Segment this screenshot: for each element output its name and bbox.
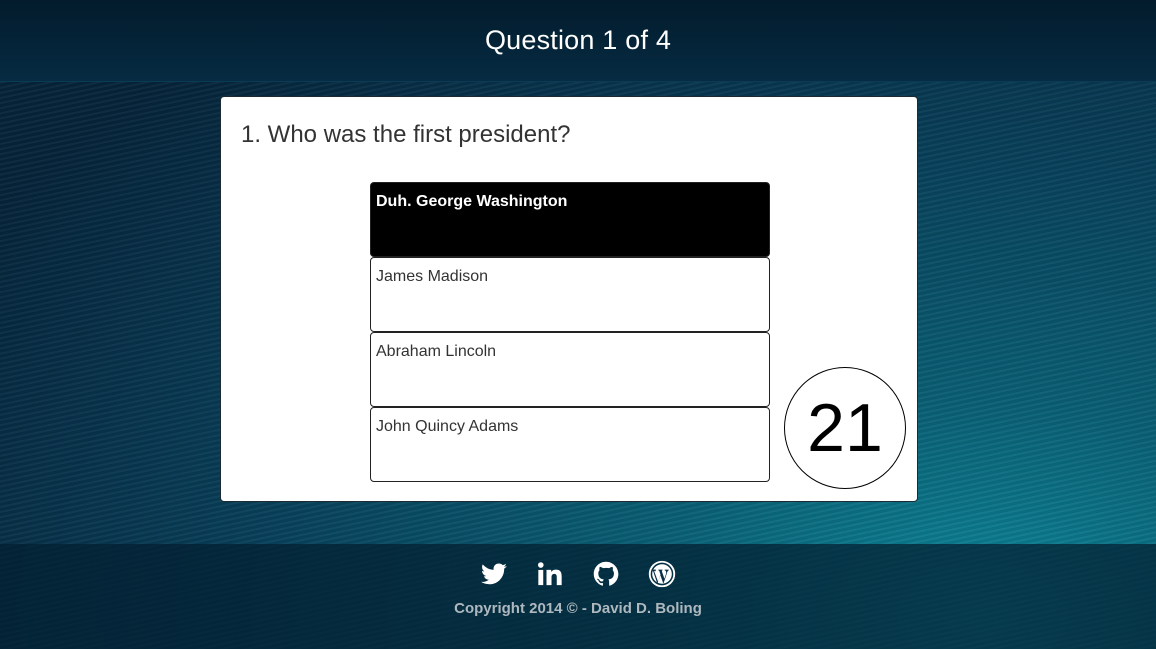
header-bar: Question 1 of 4 — [0, 0, 1156, 82]
copyright-text: Copyright 2014 © - David D. Boling — [454, 600, 702, 617]
answer-option[interactable]: Duh. George Washington — [370, 182, 770, 257]
question-text: 1. Who was the first president? — [241, 121, 571, 148]
answer-option[interactable]: John Quincy Adams — [370, 407, 770, 482]
answer-option[interactable]: James Madison — [370, 257, 770, 332]
twitter-icon — [480, 563, 507, 585]
github-icon — [593, 561, 618, 586]
page-title: Question 1 of 4 — [484, 25, 672, 55]
countdown-timer: 21 — [784, 367, 906, 489]
github-link[interactable] — [592, 560, 620, 588]
answer-option[interactable]: Abraham Lincoln — [370, 332, 770, 407]
twitter-link[interactable] — [480, 560, 508, 588]
footer: Copyright 2014 © - David D. Boling — [0, 544, 1156, 649]
wordpress-icon — [648, 560, 675, 588]
linkedin-icon — [537, 562, 562, 586]
quiz-card: 1. Who was the first president? Duh. Geo… — [220, 96, 918, 502]
linkedin-link[interactable] — [536, 560, 564, 588]
wordpress-link[interactable] — [648, 560, 676, 588]
answer-list: Duh. George Washington James Madison Abr… — [370, 182, 770, 482]
social-links — [0, 560, 1156, 588]
